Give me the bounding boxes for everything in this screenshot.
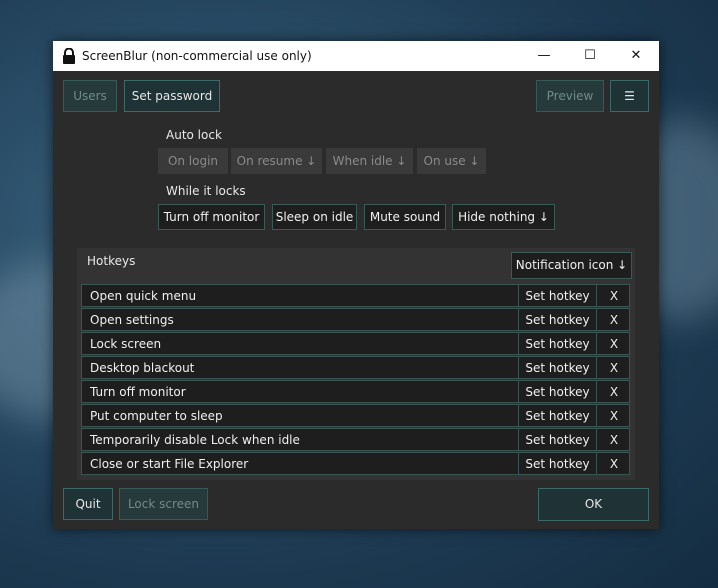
lock-icon xyxy=(63,48,75,64)
set-hotkey-button[interactable]: Set hotkey xyxy=(519,337,596,351)
hotkey-action-label: Desktop blackout xyxy=(90,361,195,375)
hotkey-row-file-explorer: Close or start File Explorer Set hotkey … xyxy=(81,452,630,475)
hotkey-row-open-quick-menu: Open quick menu Set hotkey X xyxy=(81,284,630,307)
title-bar: ScreenBlur (non-commercial use only) — ☐… xyxy=(53,41,659,71)
hotkey-row-lock-screen: Lock screen Set hotkey X xyxy=(81,332,630,355)
minimize-button[interactable]: — xyxy=(521,41,567,71)
hotkey-row-open-settings: Open settings Set hotkey X xyxy=(81,308,630,331)
app-window: ScreenBlur (non-commercial use only) — ☐… xyxy=(53,41,659,529)
preview-button[interactable]: Preview xyxy=(536,80,604,112)
mute-sound-toggle[interactable]: Mute sound xyxy=(364,204,446,230)
auto-lock-heading: Auto lock xyxy=(166,128,222,142)
hotkeys-heading: Hotkeys xyxy=(87,254,136,268)
hotkey-row-disable-lock-idle: Temporarily disable Lock when idle Set h… xyxy=(81,428,630,451)
set-hotkey-button[interactable]: Set hotkey xyxy=(519,313,596,327)
hotkey-row-sleep: Put computer to sleep Set hotkey X xyxy=(81,404,630,427)
set-password-button[interactable]: Set password xyxy=(124,80,220,112)
while-it-locks-heading: While it locks xyxy=(166,184,246,198)
sleep-on-idle-toggle[interactable]: Sleep on idle xyxy=(272,204,357,230)
remove-hotkey-button[interactable]: X xyxy=(597,313,631,327)
set-hotkey-button[interactable]: Set hotkey xyxy=(519,385,596,399)
quit-button[interactable]: Quit xyxy=(63,488,113,520)
hotkey-action-label: Close or start File Explorer xyxy=(90,457,249,471)
on-use-dropdown[interactable]: On use ↓ xyxy=(417,148,486,174)
hotkey-action-label: Put computer to sleep xyxy=(90,409,223,423)
remove-hotkey-button[interactable]: X xyxy=(597,361,631,375)
hotkey-action-label: Temporarily disable Lock when idle xyxy=(90,433,300,447)
hotkey-action-label: Open quick menu xyxy=(90,289,197,303)
lock-screen-button[interactable]: Lock screen xyxy=(119,488,208,520)
remove-hotkey-button[interactable]: X xyxy=(597,409,631,423)
hotkey-action-label: Turn off monitor xyxy=(90,385,186,399)
maximize-button[interactable]: ☐ xyxy=(567,41,613,71)
notification-icon-dropdown[interactable]: Notification icon ↓ xyxy=(511,252,632,279)
ok-button[interactable]: OK xyxy=(538,488,649,521)
remove-hotkey-button[interactable]: X xyxy=(597,289,631,303)
remove-hotkey-button[interactable]: X xyxy=(597,337,631,351)
when-idle-dropdown[interactable]: When idle ↓ xyxy=(326,148,413,174)
set-hotkey-button[interactable]: Set hotkey xyxy=(519,457,596,471)
hotkey-row-desktop-blackout: Desktop blackout Set hotkey X xyxy=(81,356,630,379)
remove-hotkey-button[interactable]: X xyxy=(597,433,631,447)
hotkey-row-turn-off-monitor: Turn off monitor Set hotkey X xyxy=(81,380,630,403)
set-hotkey-button[interactable]: Set hotkey xyxy=(519,433,596,447)
hotkey-action-label: Open settings xyxy=(90,313,174,327)
users-button[interactable]: Users xyxy=(63,80,117,112)
remove-hotkey-button[interactable]: X xyxy=(597,457,631,471)
hide-nothing-dropdown[interactable]: Hide nothing ↓ xyxy=(452,204,555,230)
set-hotkey-button[interactable]: Set hotkey xyxy=(519,409,596,423)
hotkeys-panel: Hotkeys Notification icon ↓ Open quick m… xyxy=(77,248,635,480)
remove-hotkey-button[interactable]: X xyxy=(597,385,631,399)
close-button[interactable]: ✕ xyxy=(613,41,659,71)
on-resume-dropdown[interactable]: On resume ↓ xyxy=(231,148,322,174)
window-title: ScreenBlur (non-commercial use only) xyxy=(82,49,312,63)
hotkey-action-label: Lock screen xyxy=(90,337,162,351)
set-hotkey-button[interactable]: Set hotkey xyxy=(519,289,596,303)
turn-off-monitor-toggle[interactable]: Turn off monitor xyxy=(158,204,265,230)
on-login-button[interactable]: On login xyxy=(158,148,228,174)
menu-button[interactable]: ☰ xyxy=(610,80,649,112)
set-hotkey-button[interactable]: Set hotkey xyxy=(519,361,596,375)
